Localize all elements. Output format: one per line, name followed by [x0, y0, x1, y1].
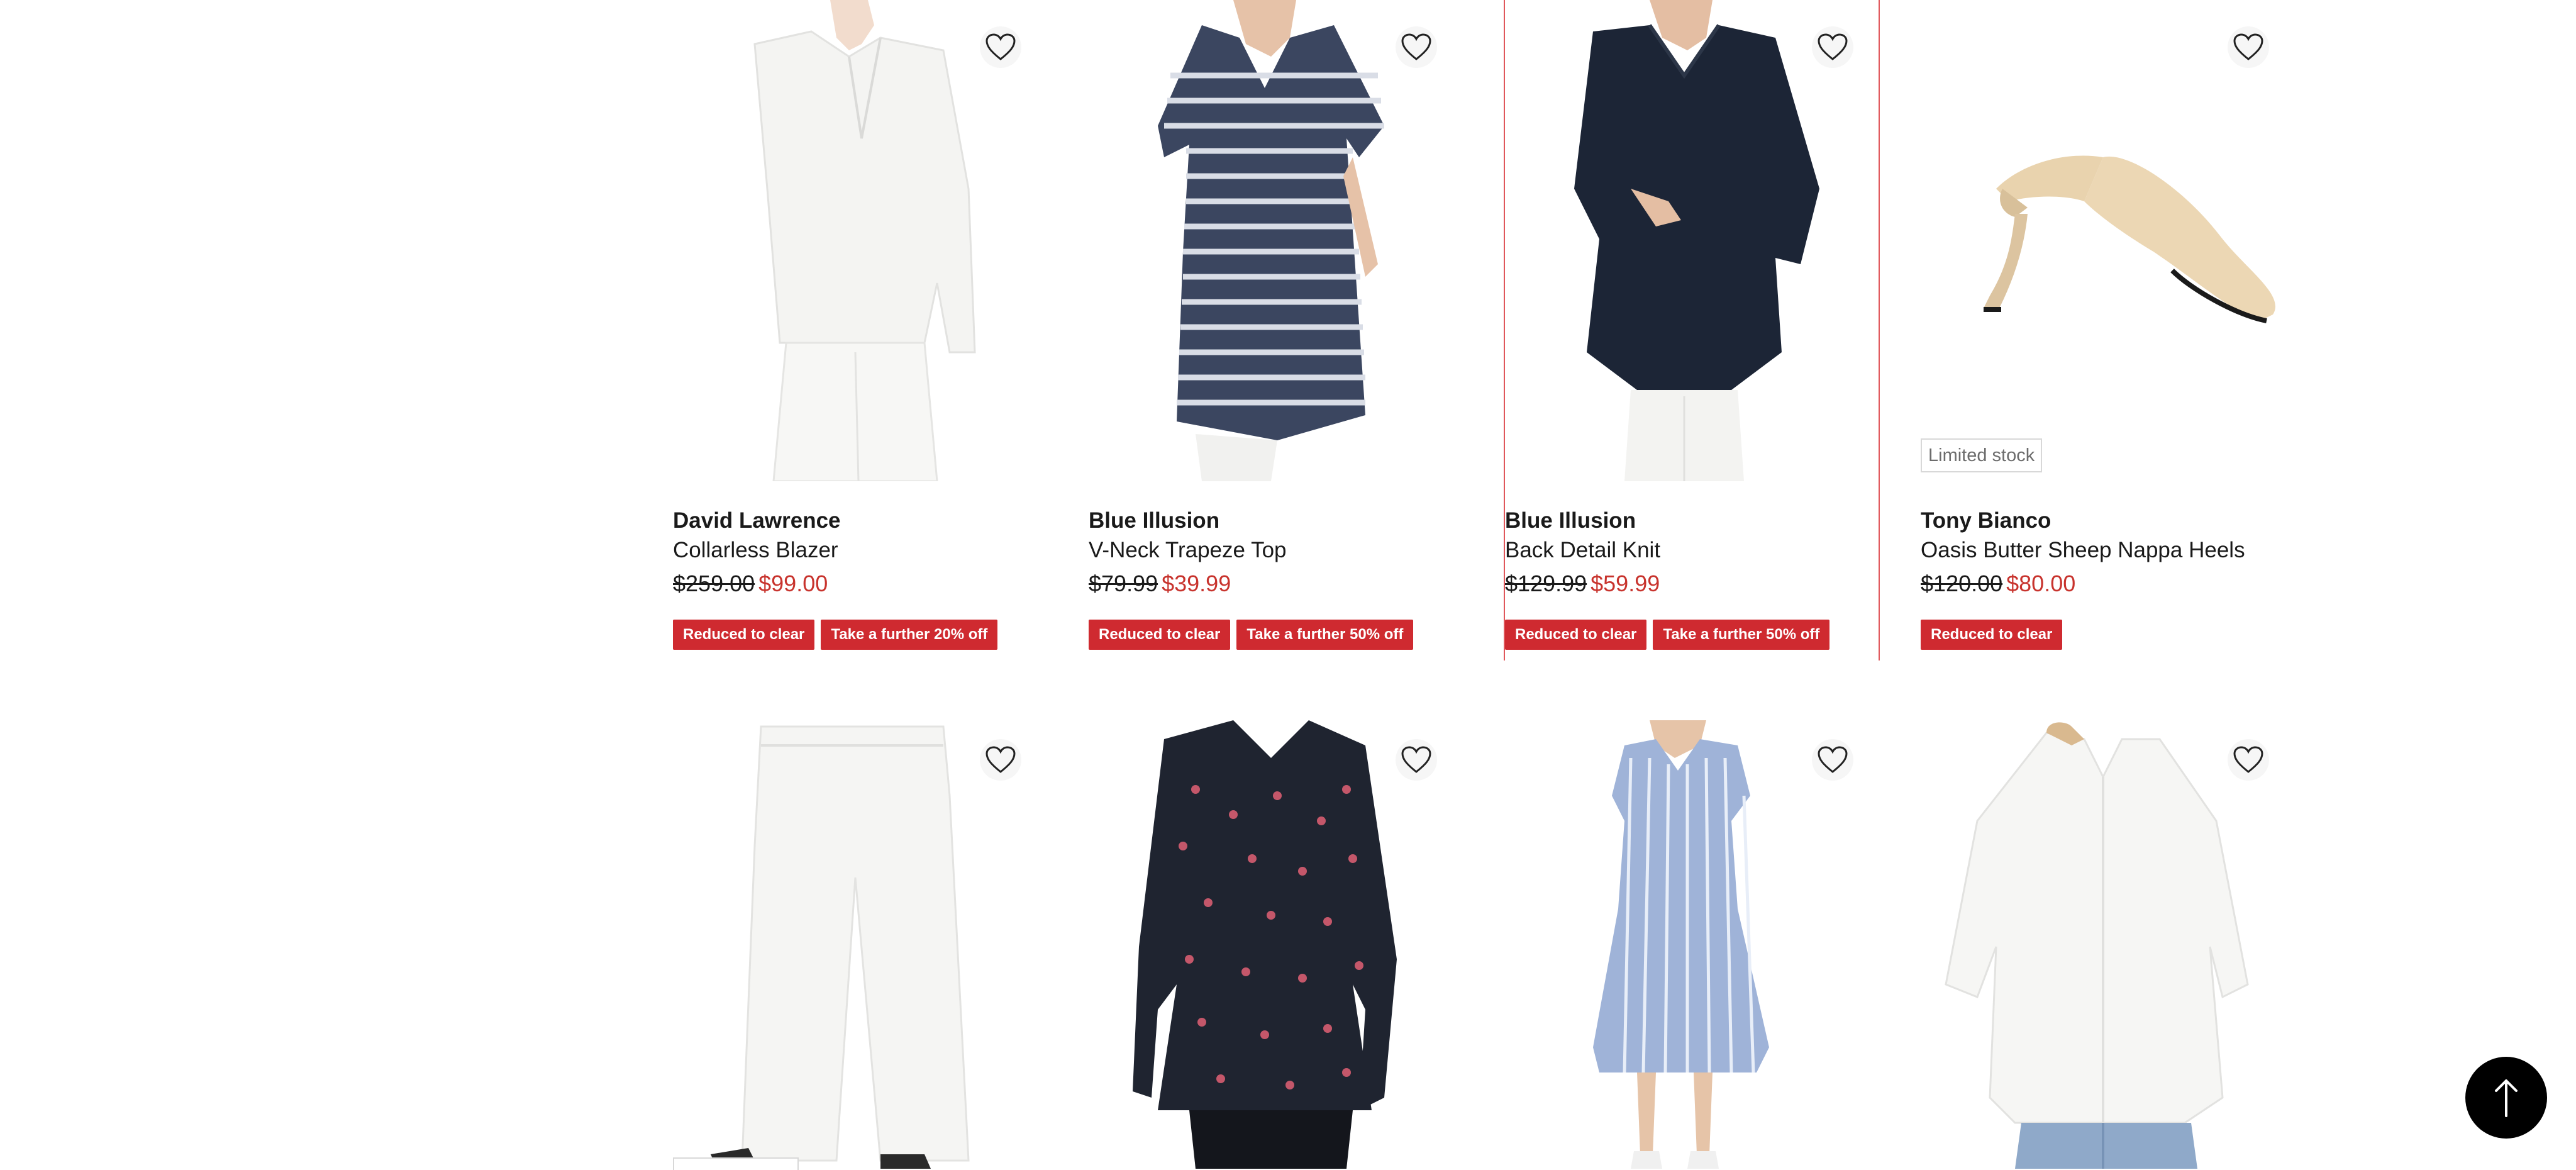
heart-outline-icon	[985, 33, 1016, 60]
product-name[interactable]: Oasis Butter Sheep Nappa Heels	[1921, 538, 2245, 563]
price-row: $79.99 $39.99	[1089, 571, 1231, 597]
wishlist-button[interactable]	[2228, 739, 2269, 781]
badge-reduced-to-clear: Reduced to clear	[1505, 620, 1647, 650]
product-name[interactable]: Collarless Blazer	[673, 538, 838, 563]
sale-price: $80.00	[2006, 571, 2076, 596]
product-image[interactable]	[1505, 720, 1863, 1169]
heart-outline-icon	[985, 746, 1016, 773]
sale-price: $99.00	[758, 571, 828, 596]
partial-label	[673, 1157, 799, 1170]
original-price: $129.99	[1505, 571, 1587, 596]
product-image[interactable]	[1921, 0, 2279, 481]
sale-price: $39.99	[1162, 571, 1231, 596]
product-name[interactable]: V-Neck Trapeze Top	[1089, 538, 1287, 563]
badge-reduced-to-clear: Reduced to clear	[673, 620, 815, 650]
wishlist-button[interactable]	[1812, 739, 1853, 781]
card-hover-outline-right	[1879, 0, 1880, 660]
product-image[interactable]	[1089, 0, 1447, 481]
limited-stock-label: Limited stock	[1921, 438, 2043, 472]
product-name[interactable]: Back Detail Knit	[1505, 538, 1660, 563]
product-brand[interactable]: Blue Illusion	[1089, 508, 1219, 533]
product-image[interactable]	[1089, 720, 1447, 1169]
heart-outline-icon	[1401, 746, 1431, 773]
product-brand[interactable]: David Lawrence	[673, 508, 841, 533]
product-image[interactable]	[1921, 720, 2279, 1169]
heart-outline-icon	[1401, 33, 1431, 60]
promo-badges: Reduced to clear Take a further 50% off	[1505, 620, 1830, 650]
badge-reduced-to-clear: Reduced to clear	[1089, 620, 1231, 650]
arrow-up-icon	[2495, 1079, 2518, 1117]
product-image[interactable]	[673, 720, 1031, 1169]
price-row: $129.99 $59.99	[1505, 571, 1660, 597]
original-price: $120.00	[1921, 571, 2003, 596]
price-row: $259.00 $99.00	[673, 571, 828, 597]
wishlist-button[interactable]	[1396, 26, 1437, 68]
wishlist-button[interactable]	[1812, 26, 1853, 68]
product-image[interactable]	[673, 0, 1031, 481]
original-price: $79.99	[1089, 571, 1158, 596]
sale-price: $59.99	[1591, 571, 1660, 596]
badge-further-off: Take a further 20% off	[821, 620, 998, 650]
product-image[interactable]	[1505, 0, 1863, 481]
product-brand[interactable]: Tony Bianco	[1921, 508, 2051, 533]
wishlist-button[interactable]	[980, 739, 1021, 781]
heart-outline-icon	[2233, 33, 2263, 60]
wishlist-button[interactable]	[2228, 26, 2269, 68]
promo-badges: Reduced to clear Take a further 20% off	[673, 620, 998, 650]
promo-badges: Reduced to clear Take a further 50% off	[1089, 620, 1414, 650]
badge-further-off: Take a further 50% off	[1236, 620, 1414, 650]
heart-outline-icon	[1818, 746, 1848, 773]
price-row: $120.00 $80.00	[1921, 571, 2075, 597]
wishlist-button[interactable]	[1396, 739, 1437, 781]
original-price: $259.00	[673, 571, 755, 596]
wishlist-button[interactable]	[980, 26, 1021, 68]
promo-badges: Reduced to clear	[1921, 620, 2063, 650]
back-to-top-button[interactable]	[2465, 1057, 2547, 1139]
heart-outline-icon	[2233, 746, 2263, 773]
badge-reduced-to-clear: Reduced to clear	[1921, 620, 2063, 650]
heart-outline-icon	[1818, 33, 1848, 60]
product-brand[interactable]: Blue Illusion	[1505, 508, 1636, 533]
badge-further-off: Take a further 50% off	[1653, 620, 1830, 650]
